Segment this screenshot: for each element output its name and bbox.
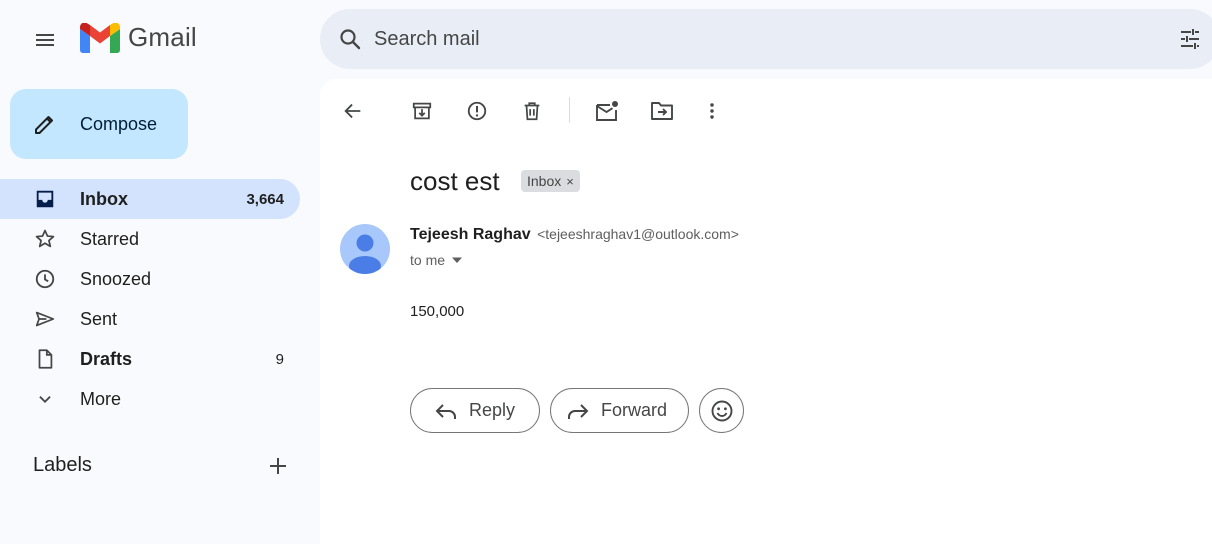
sender-avatar[interactable]	[340, 224, 390, 274]
forward-button[interactable]: Forward	[550, 388, 689, 433]
sidebar-item-sent[interactable]: Sent	[0, 299, 300, 339]
sidebar-item-inbox[interactable]: Inbox 3,664	[0, 179, 300, 219]
report-spam-icon	[467, 101, 487, 121]
recipient-text: to me	[410, 252, 446, 268]
delete-button[interactable]	[514, 93, 550, 129]
smiley-icon	[711, 400, 732, 421]
back-arrow-icon	[344, 103, 361, 119]
plus-icon	[270, 458, 286, 474]
compose-button[interactable]: Compose	[10, 89, 188, 159]
compose-label: Compose	[80, 113, 158, 134]
inbox-icon	[33, 187, 57, 211]
mark-unread-button[interactable]	[589, 93, 625, 129]
search-icon[interactable]	[336, 25, 364, 53]
search-options-icon[interactable]	[1176, 25, 1204, 53]
sender-email: <tejeeshraghav1@outlook.com>	[537, 226, 739, 242]
archive-icon	[412, 102, 432, 120]
sidebar-item-label: More	[80, 388, 122, 409]
delete-icon	[524, 102, 540, 121]
sidebar-item-label: Snoozed	[80, 268, 152, 289]
draft-icon	[33, 347, 57, 371]
archive-button[interactable]	[404, 93, 440, 129]
emoji-reaction-button[interactable]	[699, 388, 744, 433]
app-name: Gmail	[128, 22, 197, 52]
drafts-count: 9	[275, 350, 284, 368]
sender-name[interactable]: Tejeesh Raghav	[410, 226, 531, 243]
gmail-app: Gmail Compose Inbox 3,664 Starred	[0, 0, 1212, 544]
send-icon	[33, 307, 57, 331]
star-icon	[33, 227, 57, 251]
move-to-icon	[651, 102, 673, 120]
label-chip-text: Inbox	[527, 173, 562, 189]
search-bar	[320, 9, 1212, 69]
reply-icon	[435, 403, 456, 419]
more-options-button[interactable]	[694, 93, 730, 129]
pencil-icon	[32, 111, 58, 137]
person-icon	[349, 234, 381, 274]
unread-count: 3,664	[246, 190, 284, 208]
sidebar-item-drafts[interactable]: Drafts 9	[0, 339, 300, 379]
message-subject: cost est	[410, 166, 500, 196]
gmail-m-icon	[80, 22, 120, 53]
add-label-button[interactable]	[264, 452, 292, 480]
sidebar-item-snoozed[interactable]: Snoozed	[0, 259, 300, 299]
sender-line: Tejeesh Raghav <tejeeshraghav1@outlook.c…	[410, 226, 739, 244]
report-spam-button[interactable]	[459, 93, 495, 129]
message-body: 150,000	[410, 303, 465, 320]
gmail-logo[interactable]: Gmail	[80, 22, 197, 53]
move-to-button[interactable]	[644, 93, 680, 129]
inbox-label-chip[interactable]: Inbox ×	[521, 170, 580, 192]
remove-label-icon[interactable]: ×	[566, 174, 574, 189]
recipient-details-toggle[interactable]: to me	[410, 252, 463, 268]
reply-label: Reply	[469, 400, 516, 420]
caret-down-icon	[452, 257, 463, 263]
forward-icon	[568, 403, 589, 419]
sidebar-nav: Inbox 3,664 Starred Snoozed Sent Drafts …	[0, 179, 300, 419]
reply-button[interactable]: Reply	[410, 388, 540, 433]
labels-heading: Labels	[33, 454, 92, 476]
toolbar-divider	[569, 97, 570, 123]
sidebar-item-label: Inbox	[80, 188, 128, 209]
mark-unread-icon	[596, 101, 618, 121]
sidebar-item-label: Starred	[80, 228, 140, 249]
sidebar-item-starred[interactable]: Starred	[0, 219, 300, 259]
message-view: cost est Inbox × Tejeesh Raghav <tejeesh…	[320, 79, 1212, 544]
forward-label: Forward	[601, 400, 668, 420]
chevron-down-icon	[33, 387, 57, 411]
search-input[interactable]	[374, 27, 1134, 51]
sidebar-item-more[interactable]: More	[0, 379, 300, 419]
clock-icon	[33, 267, 57, 291]
main-menu-button[interactable]	[24, 19, 66, 61]
sidebar-item-label: Sent	[80, 308, 118, 329]
back-button[interactable]	[335, 93, 371, 129]
more-vert-icon	[710, 103, 714, 119]
hamburger-menu-icon	[36, 34, 54, 46]
sidebar-item-label: Drafts	[80, 348, 133, 369]
